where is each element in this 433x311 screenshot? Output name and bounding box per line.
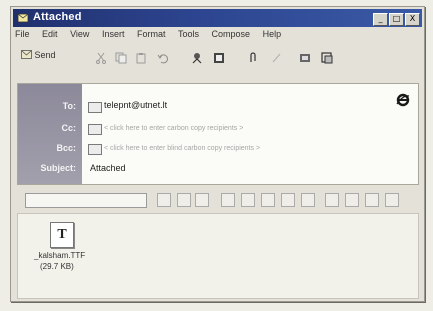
decrease-indent-icon[interactable] bbox=[365, 193, 379, 207]
numbering-icon[interactable] bbox=[325, 193, 339, 207]
menu-edit[interactable]: Edit bbox=[42, 29, 58, 39]
subject-field[interactable]: Attached bbox=[90, 163, 126, 173]
window-title: Attached bbox=[33, 11, 82, 23]
maximize-button[interactable]: □ bbox=[389, 13, 404, 26]
copy-icon[interactable] bbox=[115, 52, 127, 64]
encrypt-icon[interactable] bbox=[299, 52, 311, 64]
menu-file[interactable]: File bbox=[15, 29, 30, 39]
menu-help[interactable]: Help bbox=[263, 29, 282, 39]
font-select[interactable] bbox=[25, 193, 147, 208]
cc-label: Cc: bbox=[61, 123, 76, 133]
formatting-toolbar bbox=[17, 191, 417, 209]
message-header-panel: To: Cc: Bcc: Subject: telepnt@utnet.lt <… bbox=[17, 83, 419, 185]
address-book-icon[interactable] bbox=[213, 52, 225, 64]
check-names-icon[interactable] bbox=[191, 52, 203, 64]
italic-icon[interactable] bbox=[261, 193, 275, 207]
cut-icon[interactable] bbox=[95, 52, 107, 64]
sign-icon[interactable] bbox=[271, 52, 283, 64]
close-button[interactable]: X bbox=[405, 13, 420, 26]
title-bar[interactable]: Attached _ □ X bbox=[13, 9, 422, 27]
menu-compose[interactable]: Compose bbox=[212, 29, 251, 39]
send-label: Send bbox=[34, 50, 56, 60]
to-field[interactable]: telepnt@utnet.lt bbox=[104, 100, 167, 110]
header-label-column: To: Cc: Bcc: Subject: bbox=[18, 84, 82, 184]
cc-address-book-icon[interactable] bbox=[88, 124, 102, 135]
new-message-icon bbox=[17, 13, 29, 23]
subject-label: Subject: bbox=[40, 163, 76, 173]
increase-indent-icon[interactable] bbox=[385, 193, 399, 207]
underline-icon[interactable] bbox=[281, 193, 295, 207]
offline-icon[interactable] bbox=[321, 52, 333, 64]
bcc-label: Bcc: bbox=[56, 143, 76, 153]
attach-icon[interactable] bbox=[247, 52, 259, 64]
font-dropdown-arrow-icon[interactable] bbox=[157, 193, 171, 207]
undo-icon[interactable] bbox=[157, 52, 169, 64]
paragraph-style-icon[interactable] bbox=[221, 193, 235, 207]
truetype-font-file-icon[interactable]: T bbox=[50, 222, 74, 248]
font-size-select[interactable] bbox=[177, 193, 191, 207]
bcc-address-book-icon[interactable] bbox=[88, 144, 102, 155]
internet-explorer-icon bbox=[396, 93, 410, 107]
menu-insert[interactable]: Insert bbox=[102, 29, 125, 39]
bcc-field[interactable]: < click here to enter blind carbon copy … bbox=[104, 145, 260, 152]
cc-field[interactable]: < click here to enter carbon copy recipi… bbox=[104, 125, 243, 132]
bold-icon[interactable] bbox=[241, 193, 255, 207]
menu-view[interactable]: View bbox=[70, 29, 89, 39]
menu-bar: File Edit View Insert Format Tools Compo… bbox=[15, 29, 291, 44]
compose-window: Attached _ □ X File Edit View Insert For… bbox=[10, 6, 425, 302]
attachment-filename[interactable]: _kalsham.TTF bbox=[34, 251, 85, 260]
send-icon bbox=[21, 50, 32, 59]
send-button[interactable]: Send bbox=[21, 50, 56, 60]
bullets-icon[interactable] bbox=[345, 193, 359, 207]
toolbar: Send bbox=[15, 48, 420, 68]
to-address-book-icon[interactable] bbox=[88, 102, 102, 113]
size-dropdown-arrow-icon[interactable] bbox=[195, 193, 209, 207]
font-color-icon[interactable] bbox=[301, 193, 315, 207]
minimize-button[interactable]: _ bbox=[373, 13, 388, 26]
menu-format[interactable]: Format bbox=[137, 29, 166, 39]
menu-tools[interactable]: Tools bbox=[178, 29, 199, 39]
attachment-area: T _kalsham.TTF (29.7 KB) bbox=[17, 213, 419, 299]
to-label: To: bbox=[62, 101, 76, 111]
paste-icon[interactable] bbox=[135, 52, 147, 64]
attachment-size: (29.7 KB) bbox=[40, 262, 74, 271]
